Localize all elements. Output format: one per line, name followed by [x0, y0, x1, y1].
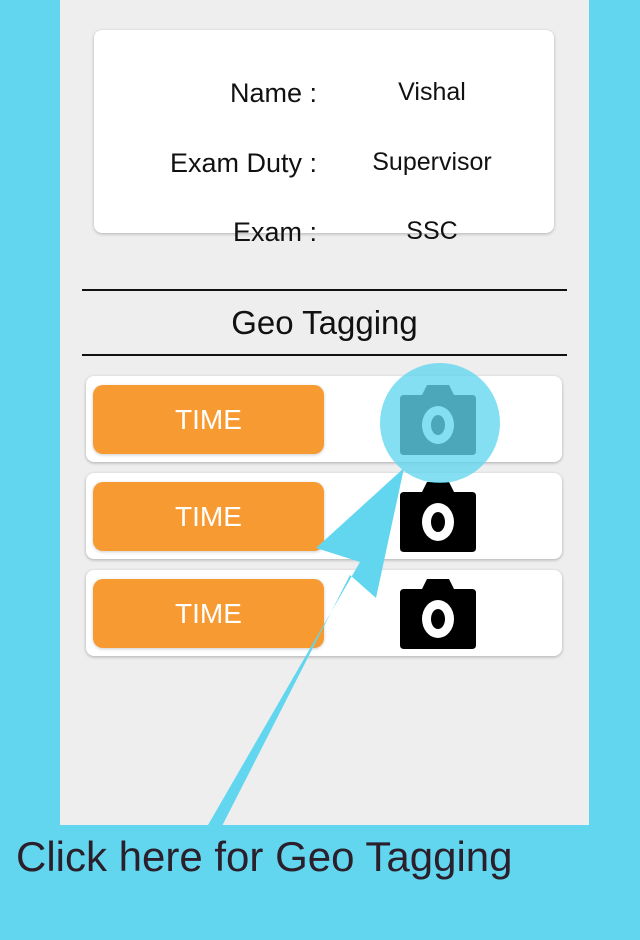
geo-tag-row: TIME: [86, 473, 562, 559]
geo-tag-row: TIME: [86, 570, 562, 656]
camera-icon[interactable]: [400, 577, 476, 649]
profile-row-duty: Exam Duty : Supervisor: [94, 148, 554, 188]
camera-icon[interactable]: [400, 480, 476, 552]
profile-card: Name : Vishal Exam Duty : Supervisor Exa…: [94, 30, 554, 247]
section-divider-top: [82, 289, 567, 291]
name-value: Vishal: [398, 78, 466, 106]
exam-duty-value: Supervisor: [372, 148, 492, 176]
time-button[interactable]: TIME: [93, 579, 324, 648]
exam-value: SSC: [406, 217, 458, 245]
profile-row-exam: Exam : SSC: [94, 217, 554, 257]
name-label: Name :: [229, 78, 317, 108]
geo-tagging-title: Geo Tagging: [231, 304, 418, 341]
time-button[interactable]: TIME: [93, 482, 324, 551]
profile-row-name: Name : Vishal: [94, 78, 554, 118]
app-screen: Name : Vishal Exam Duty : Supervisor Exa…: [60, 0, 589, 825]
tutorial-highlight-circle[interactable]: [380, 363, 500, 483]
time-button[interactable]: TIME: [93, 385, 324, 454]
exam-duty-label: Exam Duty :: [169, 148, 317, 178]
exam-label: Exam :: [232, 217, 317, 247]
section-divider-bottom: [82, 354, 567, 356]
tutorial-caption: Click here for Geo Tagging: [16, 833, 513, 880]
